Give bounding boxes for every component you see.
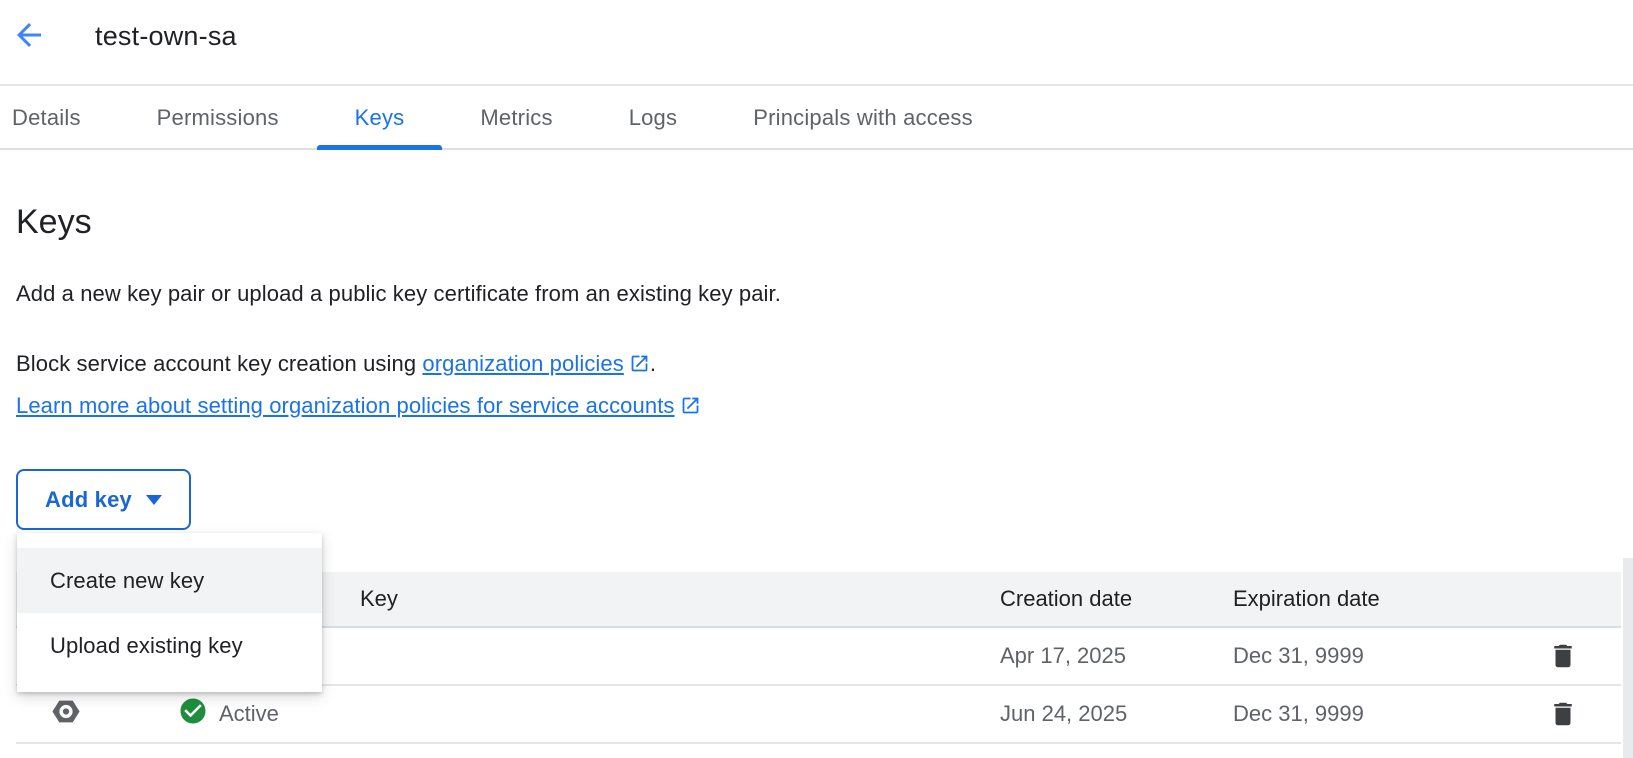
header-cell-creation-date: Creation date <box>984 586 1217 612</box>
policy-text-prefix: Block service account key creation using <box>16 351 422 376</box>
key-icon-cell <box>16 696 116 732</box>
expiration-date-cell: Dec 31, 9999 <box>1217 643 1450 669</box>
page-header: test-own-sa <box>0 0 1633 86</box>
tab-principals-with-access[interactable]: Principals with access <box>715 88 1011 148</box>
header-cell-expiration-date: Expiration date <box>1217 586 1450 612</box>
intro-text: Add a new key pair or upload a public ke… <box>16 281 781 307</box>
policy-text-suffix: . <box>650 351 656 376</box>
delete-key-button[interactable] <box>1548 641 1578 671</box>
learn-more-link[interactable]: Learn more about setting organization po… <box>16 393 675 418</box>
add-key-button-label: Add key <box>45 487 132 513</box>
scrollbar[interactable] <box>1623 558 1633 758</box>
organization-policies-link[interactable]: organization policies <box>422 351 623 376</box>
open-in-new-icon[interactable] <box>629 347 650 386</box>
creation-date-cell: Apr 17, 2025 <box>984 643 1217 669</box>
menu-item-upload-existing-key[interactable]: Upload existing key <box>17 613 322 678</box>
table-row: Active Jun 24, 2025 Dec 31, 9999 <box>16 686 1621 744</box>
expiration-date-cell: Dec 31, 9999 <box>1217 701 1450 727</box>
trash-icon <box>1548 659 1578 674</box>
tab-details[interactable]: Details <box>0 88 119 148</box>
creation-date-cell: Jun 24, 2025 <box>984 701 1217 727</box>
tab-permissions[interactable]: Permissions <box>119 88 317 148</box>
open-in-new-icon[interactable] <box>680 389 701 428</box>
check-circle-icon <box>178 696 208 732</box>
back-button[interactable] <box>10 17 48 55</box>
status-badge: Active <box>219 701 279 727</box>
delete-key-button[interactable] <box>1548 699 1578 729</box>
section-heading: Keys <box>16 203 92 242</box>
add-key-menu: Create new key Upload existing key <box>17 533 322 692</box>
tab-logs[interactable]: Logs <box>591 88 716 148</box>
page-title: test-own-sa <box>95 21 237 52</box>
policy-text: Block service account key creation using… <box>16 344 701 428</box>
header-cell-key: Key <box>346 586 984 612</box>
tab-keys[interactable]: Keys <box>317 88 443 148</box>
status-cell: Active <box>116 696 346 732</box>
menu-item-create-new-key[interactable]: Create new key <box>17 548 322 613</box>
service-account-key-icon <box>50 696 82 732</box>
tab-bar: Details Permissions Keys Metrics Logs Pr… <box>0 88 1633 150</box>
tab-metrics[interactable]: Metrics <box>442 88 590 148</box>
add-key-button[interactable]: Add key <box>16 469 191 530</box>
arrow-back-icon <box>11 41 47 56</box>
chevron-down-icon <box>146 495 162 505</box>
trash-icon <box>1548 717 1578 732</box>
